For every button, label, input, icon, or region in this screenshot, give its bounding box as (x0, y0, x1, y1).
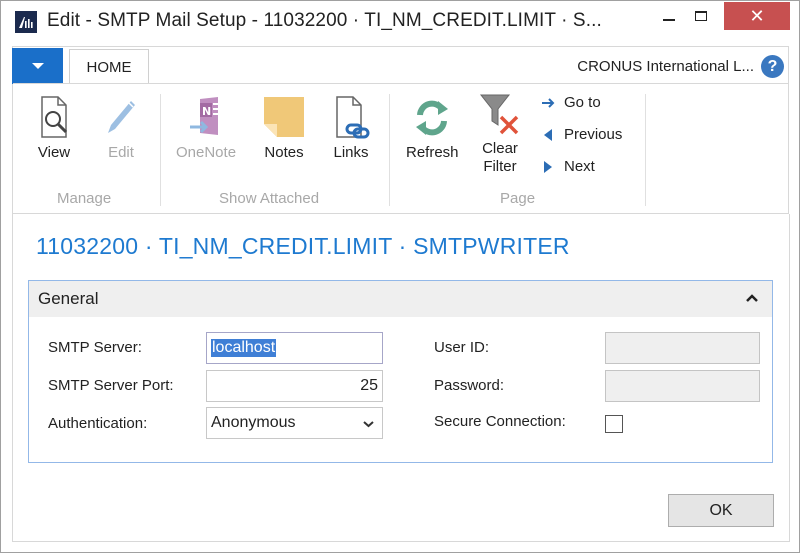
maximize-button[interactable] (678, 1, 724, 31)
group-label-manage: Manage (57, 190, 112, 207)
user-id-input[interactable] (605, 332, 760, 364)
ribbon-body: View Edit Manage N OneNote Notes Links S… (13, 83, 788, 213)
password-label: Password: (434, 377, 505, 394)
next-button[interactable]: Next (541, 158, 595, 175)
page-title: 11032200 · TI_NM_CREDIT.LIMIT · SMTPWRIT… (36, 233, 570, 259)
smtp-mail-setup-window: Edit - SMTP Mail Setup - 11032200 · TI_N… (0, 0, 800, 553)
svg-text:N: N (202, 105, 211, 118)
close-icon: ✕ (749, 5, 765, 26)
group-label-show-attached: Show Attached (219, 190, 320, 207)
view-label: View (37, 144, 71, 161)
notes-label: Notes (264, 144, 304, 161)
minimize-icon (663, 19, 675, 21)
secure-connection-label: Secure Connection: (434, 413, 566, 430)
refresh-icon (410, 94, 454, 142)
pencil-icon (99, 94, 143, 142)
content-border-bottom (12, 541, 790, 542)
clear-filter-label: Clear Filter (482, 140, 518, 176)
ok-button[interactable]: OK (668, 494, 774, 527)
clear-filter-icon (478, 90, 522, 138)
clear-filter-button[interactable]: Clear Filter (478, 90, 522, 176)
content-border-left (12, 214, 13, 542)
next-label: Next (564, 158, 595, 175)
notes-button[interactable]: Notes (262, 94, 306, 162)
triangle-right-icon (541, 160, 555, 174)
tab-home[interactable]: HOME (69, 49, 149, 84)
window-title: Edit - SMTP Mail Setup - 11032200 · TI_N… (47, 10, 602, 31)
view-document-icon (32, 94, 76, 142)
secure-connection-checkbox[interactable] (605, 415, 623, 433)
clear-filter-label-line1: Clear (482, 140, 518, 157)
help-icon[interactable]: ? (761, 55, 784, 78)
go-to-button[interactable]: Go to (541, 94, 601, 111)
maximize-icon (695, 11, 707, 21)
smtp-server-port-value: 25 (360, 377, 378, 394)
view-button[interactable]: View (32, 94, 76, 162)
company-name[interactable]: CRONUS International L... (577, 58, 754, 75)
refresh-button[interactable]: Refresh (406, 94, 459, 162)
group-label-page: Page (500, 190, 536, 207)
dynamics-nav-logo-icon (15, 11, 37, 33)
smtp-server-input[interactable]: localhost (206, 332, 383, 364)
smtp-server-port-label: SMTP Server Port: (48, 377, 174, 394)
clear-filter-label-line2: Filter (483, 158, 517, 175)
app-menu-button[interactable] (12, 48, 63, 84)
smtp-server-port-input[interactable]: 25 (206, 370, 383, 402)
note-icon (262, 94, 306, 142)
refresh-label: Refresh (406, 144, 459, 161)
links-button[interactable]: Links (329, 94, 373, 162)
smtp-server-label: SMTP Server: (48, 339, 142, 356)
authentication-label: Authentication: (48, 415, 148, 432)
arrow-right-icon (541, 96, 555, 110)
chevron-down-icon (363, 421, 374, 428)
general-fasttab-header[interactable]: General (29, 281, 772, 317)
onenote-icon: N (184, 94, 228, 142)
previous-label: Previous (564, 126, 623, 143)
edit-label: Edit (108, 144, 134, 161)
general-fasttab: General SMTP Server: localhost SMTP Serv… (28, 280, 773, 463)
onenote-button[interactable]: N OneNote (176, 94, 236, 162)
triangle-left-icon (541, 128, 555, 142)
dropdown-triangle-icon (31, 63, 44, 69)
link-document-icon (329, 94, 373, 142)
previous-button[interactable]: Previous (541, 126, 622, 143)
authentication-select[interactable]: Anonymous (206, 407, 383, 439)
title-bar: Edit - SMTP Mail Setup - 11032200 · TI_N… (1, 1, 799, 43)
password-input[interactable] (605, 370, 760, 402)
chevron-up-icon[interactable] (746, 293, 758, 303)
close-button[interactable]: ✕ (724, 2, 790, 30)
user-id-label: User ID: (434, 339, 490, 356)
onenote-label: OneNote (176, 144, 237, 161)
group-separator (389, 94, 390, 206)
general-fasttab-title: General (38, 289, 99, 308)
group-separator (160, 94, 161, 206)
go-to-label: Go to (564, 94, 601, 111)
edit-button[interactable]: Edit (99, 94, 143, 162)
authentication-value: Anonymous (211, 414, 296, 431)
group-separator (645, 94, 646, 206)
smtp-server-value: localhost (211, 339, 277, 357)
links-label: Links (333, 144, 369, 161)
content-border-right (789, 214, 790, 542)
